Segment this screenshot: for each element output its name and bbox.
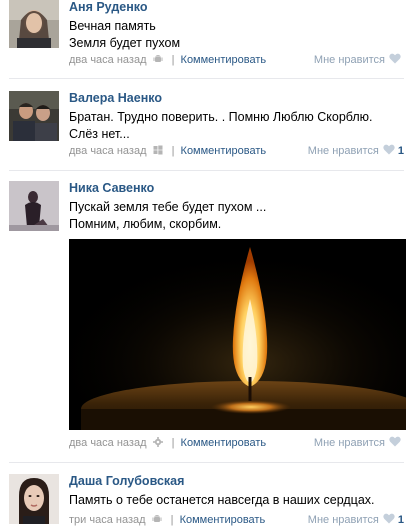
reply-button[interactable]: Комментировать — [181, 437, 267, 449]
divider — [9, 462, 404, 463]
comment-line: Помним, любим, скорбим. — [69, 217, 222, 231]
separator: | — [171, 54, 175, 66]
android-icon — [152, 512, 162, 522]
timestamp[interactable]: два часа назад — [69, 142, 146, 160]
android-icon — [153, 52, 163, 62]
separator: | — [171, 437, 175, 449]
avatar[interactable] — [9, 474, 59, 524]
comment-meta: два часа назад | Комментировать Мне нрав… — [69, 434, 404, 452]
comment-line: Братан. Трудно поверить. . Помню Люблю С… — [69, 110, 373, 124]
comment-meta: два часа назад | Комментировать Мне нрав… — [69, 51, 404, 69]
heart-icon — [389, 52, 401, 70]
timestamp[interactable]: три часа назад — [69, 511, 146, 529]
reply-button[interactable]: Комментировать — [181, 54, 267, 66]
like-button[interactable]: Мне нравится — [314, 51, 404, 70]
like-button[interactable]: Мне нравится 1 — [308, 142, 404, 161]
avatar[interactable] — [9, 181, 59, 231]
gear-icon — [152, 435, 163, 447]
like-label: Мне нравится — [307, 514, 379, 526]
like-button[interactable]: Мне нравится — [314, 434, 404, 453]
separator: | — [171, 145, 175, 157]
timestamp[interactable]: два часа назад — [69, 51, 146, 69]
timestamp[interactable]: два часа назад — [69, 434, 146, 452]
comment-text: Братан. Трудно поверить. . Помню Люблю С… — [69, 109, 404, 143]
comment-line: Память о тебе останется навсегда в наших… — [69, 493, 375, 507]
reply-button[interactable]: Комментировать — [181, 145, 267, 157]
reply-button[interactable]: Комментировать — [180, 514, 266, 526]
author-name[interactable]: Даша Голубовская — [69, 474, 404, 489]
like-label: Мне нравится — [307, 145, 379, 157]
like-count: 1 — [397, 514, 404, 526]
heart-icon — [383, 143, 395, 161]
comment-line: Вечная память — [69, 19, 156, 33]
comment-text: Вечная память Земля будет пухом — [69, 18, 404, 52]
author-name[interactable]: Ника Савенко — [69, 181, 404, 196]
author-name[interactable]: Валера Наенко — [69, 91, 404, 106]
avatar[interactable] — [9, 91, 59, 141]
comment-line: Пускай земля тебе будет пухом ... — [69, 200, 267, 214]
like-label: Мне нравится — [313, 437, 385, 449]
like-label: Мне нравится — [313, 54, 385, 66]
like-button[interactable]: Мне нравится 1 — [308, 511, 404, 530]
comment-meta: два часа назад | Комментировать Мне нрав… — [69, 142, 404, 160]
separator: | — [170, 514, 174, 526]
divider — [9, 78, 404, 79]
comment-line: Земля будет пухом — [69, 36, 181, 50]
windows-icon — [153, 143, 163, 155]
divider — [9, 170, 404, 171]
heart-icon — [389, 435, 401, 453]
comment-meta: три часа назад | Комментировать Мне нрав… — [69, 511, 404, 529]
author-name[interactable]: Аня Руденко — [69, 0, 404, 15]
heart-icon — [383, 512, 395, 530]
avatar[interactable] — [9, 0, 59, 48]
comment-line: Слёз нет... — [69, 127, 130, 141]
attached-photo[interactable] — [69, 239, 406, 430]
comment-text: Пускай земля тебе будет пухом ... Помним… — [69, 199, 404, 233]
comment-text: Память о тебе останется навсегда в наших… — [69, 492, 404, 509]
like-count: 1 — [397, 145, 404, 157]
